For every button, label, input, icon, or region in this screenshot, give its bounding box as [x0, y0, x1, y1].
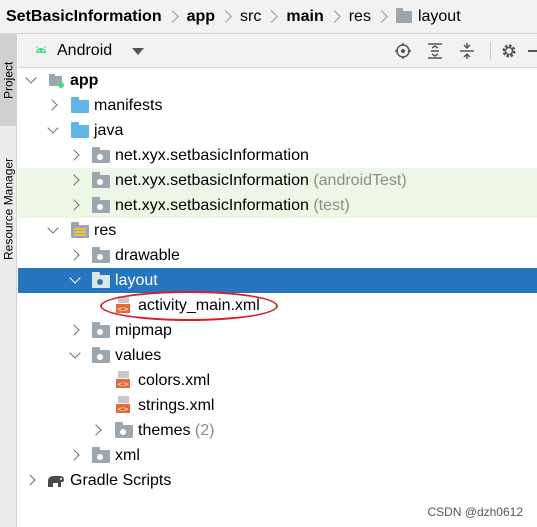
folder-icon: [395, 7, 412, 23]
xml-file-icon: <>: [116, 396, 130, 414]
tree-node-mipmap[interactable]: mipmap: [18, 318, 537, 343]
tree-node-drawable[interactable]: drawable: [18, 243, 537, 268]
resource-manager-tool-tab[interactable]: Resource Manager: [0, 134, 17, 284]
hide-icon[interactable]: [526, 42, 537, 60]
chevron-right-icon[interactable]: [68, 149, 80, 161]
collapse-all-icon[interactable]: [458, 42, 476, 60]
tree-node-layout[interactable]: layout: [18, 268, 537, 293]
tree-node-values[interactable]: values: [18, 343, 537, 368]
tree-node-strings[interactable]: <> strings.xml: [18, 393, 537, 418]
chevron-down-icon[interactable]: [69, 347, 81, 359]
chevron-down-icon[interactable]: [69, 272, 81, 284]
locate-icon[interactable]: [394, 42, 412, 60]
svg-text:<>: <>: [117, 406, 129, 414]
chevron-right-icon[interactable]: [46, 99, 58, 111]
chevron-right-icon[interactable]: [68, 249, 80, 261]
tree-label: xml: [115, 447, 140, 464]
breadcrumb-item-project[interactable]: SetBasicInformation: [6, 8, 162, 26]
tree-label: activity_main.xml: [138, 297, 260, 314]
xml-file-icon: <>: [116, 296, 130, 314]
header-divider: [490, 42, 491, 60]
chevron-down-icon[interactable]: [47, 222, 59, 234]
package-icon: [92, 172, 110, 188]
tree-node-xml[interactable]: xml: [18, 443, 537, 468]
tree-node-package-android-test[interactable]: net.xyx.setbasicInformation (androidTest…: [18, 168, 537, 193]
xml-file-icon: <>: [116, 371, 130, 389]
tree-label: strings.xml: [138, 397, 215, 414]
tree-label: net.xyx.setbasicInformation (androidTest…: [115, 172, 407, 189]
chevron-down-icon[interactable]: [132, 48, 144, 55]
breadcrumb-item-main[interactable]: main: [286, 8, 323, 26]
chevron-right-icon[interactable]: [68, 324, 80, 336]
tree-label: themes (2): [138, 422, 215, 439]
breadcrumb-separator: [327, 10, 341, 23]
expand-all-icon[interactable]: [426, 42, 444, 60]
chevron-right-icon[interactable]: [68, 449, 80, 461]
folder-icon: [92, 347, 110, 363]
tree-label: layout: [115, 272, 158, 289]
resources-folder-icon: [71, 222, 89, 238]
package-icon: [92, 197, 110, 213]
tool-window-strip: Project Resource Manager: [0, 34, 17, 527]
watermark: CSDN @dzh0612: [427, 505, 523, 519]
breadcrumb-item-src[interactable]: src: [240, 8, 261, 26]
chevron-right-icon[interactable]: [24, 474, 36, 486]
tree-node-activity-main[interactable]: <> activity_main.xml: [18, 293, 537, 318]
settings-icon[interactable]: [500, 42, 518, 60]
tree-label: values: [115, 347, 162, 364]
android-icon: [36, 46, 46, 53]
breadcrumb-item-layout[interactable]: layout: [395, 7, 461, 26]
breadcrumb-separator: [265, 10, 279, 23]
tree-label: manifests: [94, 97, 163, 114]
tree-label: res: [94, 222, 117, 239]
tree-label: colors.xml: [138, 372, 211, 389]
folder-icon: [92, 272, 110, 288]
folder-icon: [92, 247, 110, 263]
tree-node-gradle-scripts[interactable]: Gradle Scripts: [18, 468, 537, 493]
tree-node-java[interactable]: java: [18, 118, 537, 143]
tree-node-package-test[interactable]: net.xyx.setbasicInformation (test): [18, 193, 537, 218]
breadcrumb-separator: [375, 10, 388, 23]
tree-label: app: [70, 72, 99, 89]
svg-text:<>: <>: [117, 381, 129, 389]
package-icon: [92, 147, 110, 163]
breadcrumb-separator: [219, 10, 232, 23]
chevron-right-icon[interactable]: [68, 199, 80, 211]
chevron-down-icon[interactable]: [47, 122, 59, 134]
tree-node-themes[interactable]: themes (2): [18, 418, 537, 443]
tree-label: mipmap: [115, 322, 172, 339]
folder-icon: [115, 422, 133, 438]
tree-label: drawable: [115, 247, 180, 264]
tree-node-app[interactable]: app: [18, 68, 537, 93]
tree-label: net.xyx.setbasicInformation: [115, 147, 309, 164]
tree-node-res[interactable]: res: [18, 218, 537, 243]
breadcrumb-item-res[interactable]: res: [349, 8, 371, 26]
view-selector[interactable]: Android: [57, 42, 112, 60]
project-tool-tab[interactable]: Project: [0, 34, 17, 126]
tree-node-package[interactable]: net.xyx.setbasicInformation: [18, 143, 537, 168]
tree-node-manifests[interactable]: manifests: [18, 93, 537, 118]
module-folder-icon: [49, 74, 64, 88]
folder-icon: [92, 322, 110, 338]
tree-label: java: [94, 122, 124, 139]
gradle-icon: [48, 476, 64, 487]
breadcrumb-separator: [165, 10, 179, 23]
chevron-right-icon[interactable]: [68, 174, 80, 186]
project-panel-header: Android: [18, 34, 537, 68]
folder-icon: [71, 122, 89, 138]
chevron-right-icon[interactable]: [90, 424, 102, 436]
chevron-down-icon[interactable]: [25, 72, 37, 84]
tree-label: net.xyx.setbasicInformation (test): [115, 197, 350, 214]
breadcrumb: SetBasicInformation app src main res lay…: [0, 0, 537, 34]
folder-icon: [92, 447, 110, 463]
breadcrumb-item-app[interactable]: app: [187, 8, 215, 26]
folder-icon: [71, 97, 89, 113]
tree-label: Gradle Scripts: [70, 472, 172, 489]
svg-text:<>: <>: [117, 306, 129, 314]
tree-node-colors[interactable]: <> colors.xml: [18, 368, 537, 393]
